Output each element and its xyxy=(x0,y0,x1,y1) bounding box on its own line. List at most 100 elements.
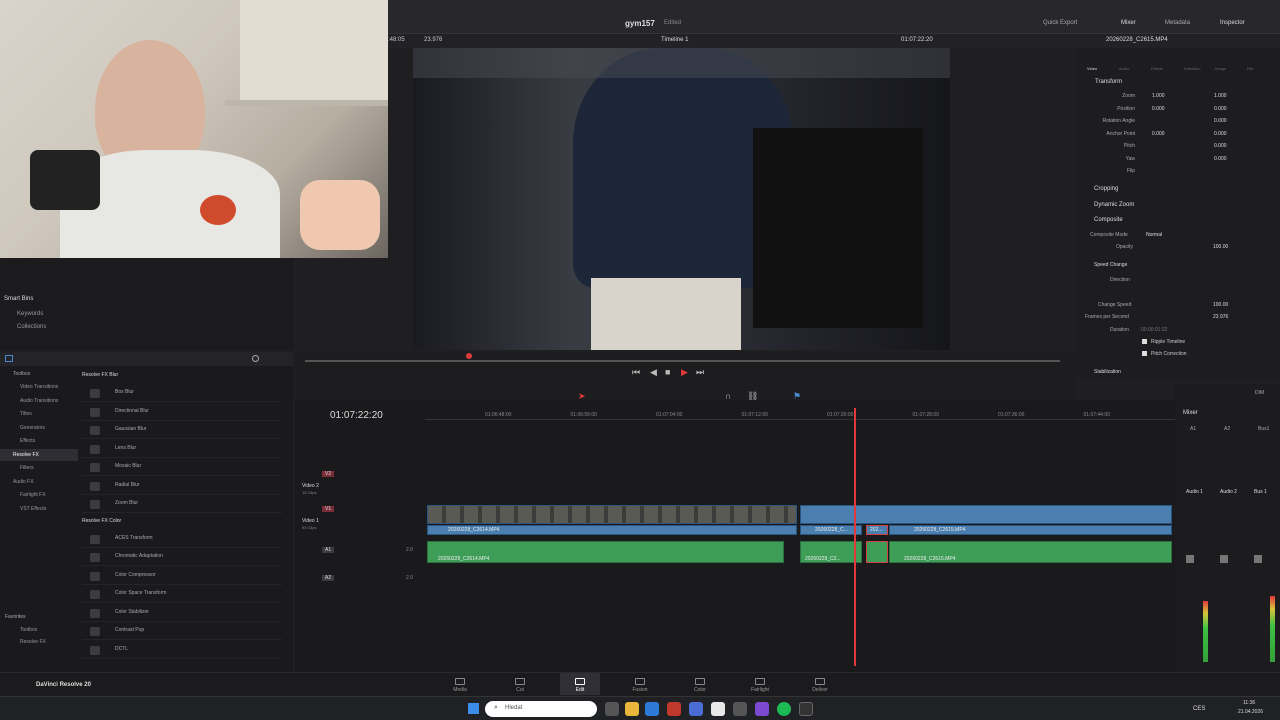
clip-v1-c[interactable]: 202... xyxy=(866,525,888,535)
fx-item-mosaic-blur[interactable]: Mosaic Blur xyxy=(82,459,282,476)
resolve-icon[interactable] xyxy=(799,702,813,716)
ruler[interactable] xyxy=(425,410,1175,420)
inspector-y-value[interactable]: 0.000 xyxy=(1214,106,1227,112)
keyboard-language[interactable]: CES xyxy=(1193,706,1205,712)
bin-collections[interactable]: Collections xyxy=(17,324,46,330)
page-fairlight-icon[interactable] xyxy=(755,678,765,685)
go-to-start-icon[interactable]: ⏮ xyxy=(632,367,640,378)
tree-item-resolve-fx[interactable]: Resolve FX xyxy=(13,452,39,458)
tree-item-fairlight-fx[interactable]: Fairlight FX xyxy=(20,492,46,498)
inspector-composite-mode-label[interactable]: Composite Mode xyxy=(1090,232,1128,238)
page-tab-color[interactable]: Color xyxy=(694,687,706,693)
tree-item-video-transitions[interactable]: Video Transitions xyxy=(20,384,58,390)
fx-item-aces-transform[interactable]: ACES Transform xyxy=(82,531,282,548)
checkbox-icon[interactable] xyxy=(1142,339,1147,344)
page-tab-media[interactable]: Media xyxy=(453,687,467,693)
page-tab-fusion[interactable]: Fusion xyxy=(632,687,647,693)
clock-date[interactable]: 21.04.2026 xyxy=(1238,709,1263,715)
track-level[interactable]: 2.0 xyxy=(406,575,413,581)
windows-start-icon[interactable] xyxy=(468,703,479,714)
clip-a1-b[interactable]: 20260228_C2... xyxy=(800,541,862,563)
mixer-fader-knob[interactable] xyxy=(1186,555,1194,563)
file-explorer-icon[interactable] xyxy=(625,702,639,716)
favorite-item-0[interactable]: Toolbox xyxy=(20,627,37,633)
mixer-bus-0[interactable]: Audio 1 xyxy=(1186,489,1203,495)
play-icon[interactable]: ▶ xyxy=(681,367,688,378)
timeline-name[interactable]: Timeline 1 xyxy=(661,37,688,43)
inspector-button[interactable]: Inspector xyxy=(1220,20,1245,26)
page-deliver-icon[interactable] xyxy=(815,678,825,685)
inspector-duration-label[interactable]: Duration xyxy=(1110,327,1129,333)
fx-item-directional-blur[interactable]: Directional Blur xyxy=(82,404,282,421)
inspector-opacity[interactable]: 100.00 xyxy=(1213,244,1228,250)
tree-item-generators[interactable]: Generators xyxy=(20,425,45,431)
mixer-fader-knob[interactable] xyxy=(1254,555,1262,563)
page-tab-deliver[interactable]: Deliver xyxy=(812,687,828,693)
page-edit-icon[interactable] xyxy=(575,678,585,685)
panel-icon[interactable] xyxy=(5,355,13,362)
fx-item-dctl[interactable]: DCTL xyxy=(82,642,282,659)
track-badge-a2[interactable]: A2 xyxy=(322,575,335,581)
stop-icon[interactable]: ■ xyxy=(665,367,670,377)
brave-icon[interactable] xyxy=(667,702,681,716)
fx-item-color-stabilizer[interactable]: Color Stabilizer xyxy=(82,605,282,622)
inspector-stabilization[interactable]: Stabilization xyxy=(1094,369,1121,375)
inspector-tab-transition[interactable]: Transition xyxy=(1183,66,1200,71)
app-icon[interactable] xyxy=(689,702,703,716)
settings-icon[interactable] xyxy=(733,702,747,716)
tree-item-vst-effects[interactable]: VST Effects xyxy=(20,506,46,512)
page-tab-edit[interactable]: Edit xyxy=(576,687,585,693)
inspector-section-composite[interactable]: Composite xyxy=(1094,217,1123,223)
track-badge-a1[interactable]: A1 xyxy=(322,547,335,553)
clip-v1-b[interactable]: 20260228_C... xyxy=(800,525,862,535)
page-tab-cut[interactable]: Cut xyxy=(516,687,524,693)
clip-v1-a[interactable]: 20260228_C2614.MP4 xyxy=(427,525,797,535)
tree-item-audio-fx[interactable]: Audio FX xyxy=(13,479,34,485)
inspector-tab-image[interactable]: Image xyxy=(1215,66,1226,71)
go-to-end-icon[interactable]: ⏭ xyxy=(696,367,704,378)
scrub-bar[interactable] xyxy=(305,360,1060,362)
bin-keywords[interactable]: Keywords xyxy=(17,311,43,317)
inspector-section-cropping[interactable]: Cropping xyxy=(1094,186,1118,192)
fx-item-color-space-transform[interactable]: Color Space Transform xyxy=(82,586,282,603)
inspector-x-value[interactable]: 0.000 xyxy=(1152,131,1165,137)
page-media-icon[interactable] xyxy=(455,678,465,685)
inspector-y-value[interactable]: 0.000 xyxy=(1214,131,1227,137)
mixer-bus-1[interactable]: Audio 2 xyxy=(1220,489,1237,495)
tree-item-filters[interactable]: Filters xyxy=(20,465,34,471)
checkbox-icon[interactable] xyxy=(1142,351,1147,356)
inspector-section-dynamic-zoom[interactable]: Dynamic Zoom xyxy=(1094,202,1134,208)
reverse-icon[interactable]: ◀ xyxy=(650,367,657,378)
inspector-opacity-label[interactable]: Opacity xyxy=(1116,244,1133,250)
clock-time[interactable]: 11:36 xyxy=(1243,700,1255,706)
inspector-direction-label[interactable]: Direction xyxy=(1110,277,1130,283)
dim-button[interactable]: DIM xyxy=(1255,390,1264,396)
inspector-tab-effects[interactable]: Effects xyxy=(1151,66,1163,71)
page-tab-fairlight[interactable]: Fairlight xyxy=(751,687,769,693)
tree-item-audio-transitions[interactable]: Audio Transitions xyxy=(20,398,58,404)
inspector-value[interactable]: 0.000 xyxy=(1214,118,1227,124)
inspector-tab-audio[interactable]: Audio xyxy=(1119,66,1129,71)
page-color-icon[interactable] xyxy=(695,678,705,685)
timeline-playhead[interactable] xyxy=(854,408,856,666)
inspector-tab-video[interactable]: Video xyxy=(1087,66,1097,71)
metadata-button[interactable]: Metadata xyxy=(1165,20,1190,26)
fx-item-contrast-pop[interactable]: Contrast Pop xyxy=(82,623,282,640)
clip-a1-a[interactable]: 20260228_C2614.MP4 xyxy=(427,541,784,563)
inspector-tab-file[interactable]: File xyxy=(1247,66,1253,71)
fx-item-lens-blur[interactable]: Lens Blur xyxy=(82,441,282,458)
fx-item-gaussian-blur[interactable]: Gaussian Blur xyxy=(82,422,282,439)
page-fusion-icon[interactable] xyxy=(635,678,645,685)
inspector-x-value[interactable]: 0.000 xyxy=(1152,106,1165,112)
twitch-icon[interactable] xyxy=(755,702,769,716)
fx-item-chromatic-adaptation[interactable]: Chromatic Adaptation xyxy=(82,549,282,566)
favorite-item-1[interactable]: Resolve FX xyxy=(20,639,46,645)
mixer-fader-knob[interactable] xyxy=(1220,555,1228,563)
tree-favorites[interactable]: Favorites xyxy=(5,614,26,620)
inspector-change-speed[interactable]: 100.00 xyxy=(1213,302,1228,308)
inspector-value[interactable]: 0.000 xyxy=(1214,143,1227,149)
track-level[interactable]: 2.0 xyxy=(406,547,413,553)
clip-v1-filmstrip[interactable] xyxy=(427,505,797,524)
fx-item-color-compressor[interactable]: Color Compressor xyxy=(82,568,282,585)
chrome-icon[interactable] xyxy=(711,702,725,716)
